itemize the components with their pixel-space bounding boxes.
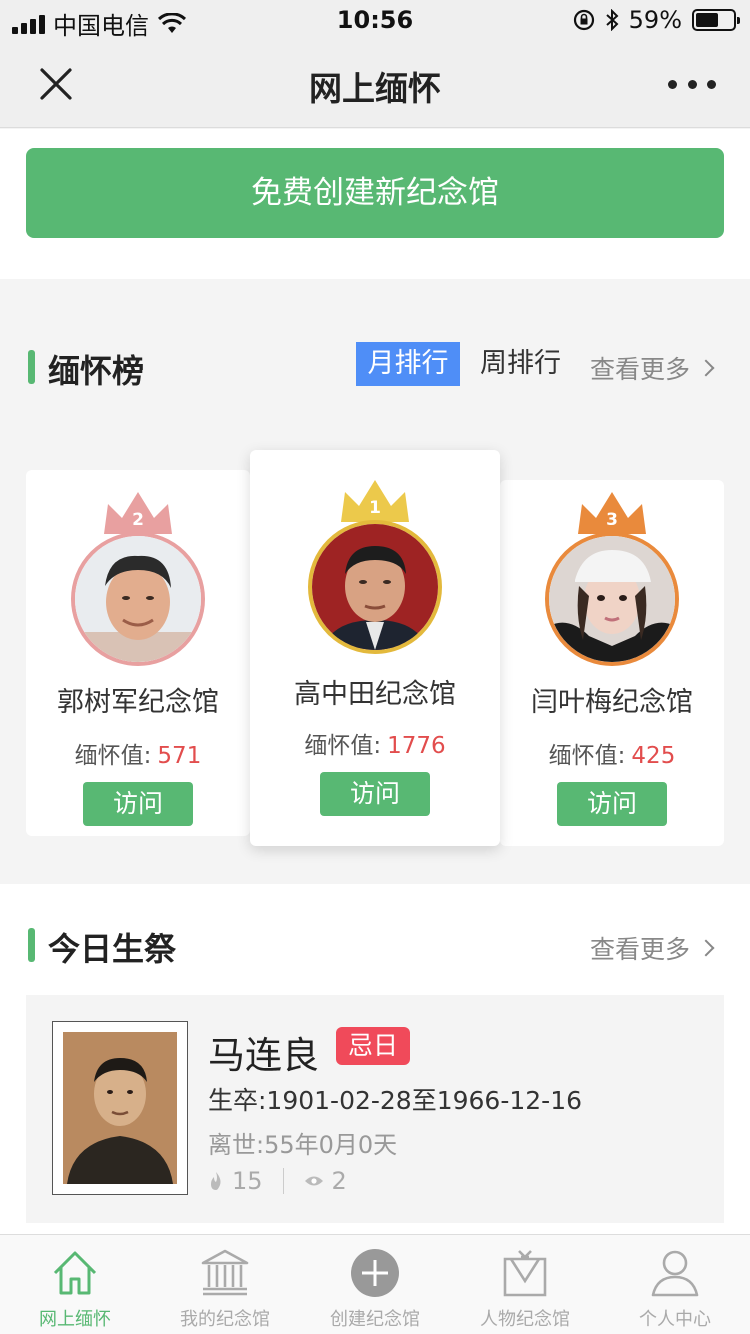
eye-icon	[304, 1176, 323, 1186]
avatar	[545, 532, 679, 666]
memorial-name: 闫叶梅纪念馆	[531, 687, 693, 718]
tab-online-memorial[interactable]: 网上缅怀	[0, 1235, 150, 1334]
create-memorial-button[interactable]: 免费创建新纪念馆	[26, 148, 724, 238]
score-label: 缅怀值:	[74, 743, 152, 769]
tab-weekly-ranking[interactable]: 周排行	[480, 342, 570, 386]
view-count: 2	[331, 1167, 347, 1195]
passed-duration: 离世:55年0月0天	[208, 1131, 398, 1159]
tab-label: 人物纪念馆	[480, 1309, 570, 1330]
ranking-see-more-link[interactable]: 查看更多	[590, 350, 715, 386]
section-accent-bar	[28, 350, 35, 384]
ranking-card-3: 3 闫叶梅纪念馆 缅怀值: 425 访问	[500, 480, 724, 846]
ranking-card-2: 2 郭树军纪念馆 缅怀值: 571 访问	[26, 470, 250, 836]
tab-person-memorials[interactable]: 人物纪念馆	[450, 1235, 600, 1334]
visit-button[interactable]: 访问	[83, 782, 193, 826]
flame-icon	[211, 1172, 221, 1190]
home-icon	[53, 1251, 97, 1295]
portrait-frame	[52, 1021, 188, 1195]
memorial-score: 缅怀值: 425	[500, 736, 724, 770]
memorial-name: 郭树军纪念馆	[57, 687, 219, 718]
today-see-more-link[interactable]: 查看更多	[590, 930, 715, 966]
memorial-stats: 15 2	[208, 1167, 347, 1195]
tab-monthly-ranking[interactable]: 月排行	[356, 342, 460, 386]
see-more-label: 查看更多	[590, 355, 691, 384]
rank-number: 1	[369, 498, 381, 518]
tab-create-memorial[interactable]: 创建纪念馆	[300, 1235, 450, 1334]
person-memorial-icon	[503, 1250, 547, 1297]
life-dates: 生卒:1901-02-28至1966-12-16	[208, 1086, 582, 1115]
score-value: 1776	[387, 733, 446, 759]
memorial-hall-icon	[201, 1249, 249, 1296]
visit-button[interactable]: 访问	[320, 772, 430, 816]
tab-label: 网上缅怀	[39, 1309, 111, 1330]
score-value: 571	[157, 743, 202, 769]
avatar	[71, 532, 205, 666]
ranking-card-1: 1 高中田纪念馆 缅怀值: 1776 访问	[250, 450, 500, 846]
plus-circle-icon	[351, 1249, 399, 1297]
more-icon[interactable]	[668, 70, 716, 98]
memorial-score: 缅怀值: 1776	[250, 726, 500, 760]
bluetooth-icon	[605, 9, 619, 31]
bottom-tab-bar: 网上缅怀 我的纪念馆 创建纪念馆 人物纪念馆 个人中心	[0, 1234, 750, 1334]
user-icon	[651, 1250, 699, 1297]
rank-number: 2	[132, 510, 144, 530]
score-label: 缅怀值:	[304, 733, 382, 759]
score-label: 缅怀值:	[548, 743, 626, 769]
page-title: 网上缅怀	[309, 69, 441, 108]
rotation-lock-icon	[573, 9, 594, 31]
portrait-photo	[63, 1032, 177, 1184]
tab-my-memorials[interactable]: 我的纪念馆	[150, 1235, 300, 1334]
flower-count: 15	[232, 1167, 263, 1195]
battery-percent: 59%	[628, 6, 682, 34]
section-accent-bar	[28, 928, 35, 962]
nav-bar: 网上缅怀	[0, 40, 750, 128]
battery-icon	[692, 9, 740, 31]
ranking-section: 缅怀榜 月排行 周排行 查看更多 2 郭树军纪念馆 缅怀值: 571 访问 1 …	[0, 298, 750, 864]
today-section: 今日生祭 查看更多 马连良 忌日 生卒:1901-02-28至1966-12-1…	[0, 884, 750, 1234]
see-more-label: 查看更多	[590, 935, 691, 964]
memorial-card[interactable]: 马连良 忌日 生卒:1901-02-28至1966-12-16 离世:55年0月…	[26, 995, 724, 1223]
score-value: 425	[631, 743, 676, 769]
avatar	[308, 520, 442, 654]
rank-number: 3	[606, 510, 618, 530]
create-section: 免费创建新纪念馆	[0, 129, 750, 279]
memorial-name: 高中田纪念馆	[294, 679, 456, 710]
chevron-right-icon	[697, 939, 715, 957]
person-name: 马连良	[208, 1034, 319, 1077]
tab-personal-center[interactable]: 个人中心	[600, 1235, 750, 1334]
tab-label: 个人中心	[639, 1309, 711, 1330]
chevron-right-icon	[697, 359, 715, 377]
status-bar: 中国电信 10:56 59%	[0, 0, 750, 40]
memorial-score: 缅怀值: 571	[26, 736, 250, 770]
ranking-title: 缅怀榜	[48, 352, 145, 390]
tab-label: 创建纪念馆	[330, 1309, 420, 1330]
tab-label: 我的纪念馆	[180, 1309, 270, 1330]
status-right: 59%	[573, 6, 740, 34]
stat-divider	[282, 1168, 284, 1194]
anniversary-badge: 忌日	[336, 1027, 411, 1065]
visit-button[interactable]: 访问	[557, 782, 667, 826]
today-title: 今日生祭	[48, 930, 177, 968]
